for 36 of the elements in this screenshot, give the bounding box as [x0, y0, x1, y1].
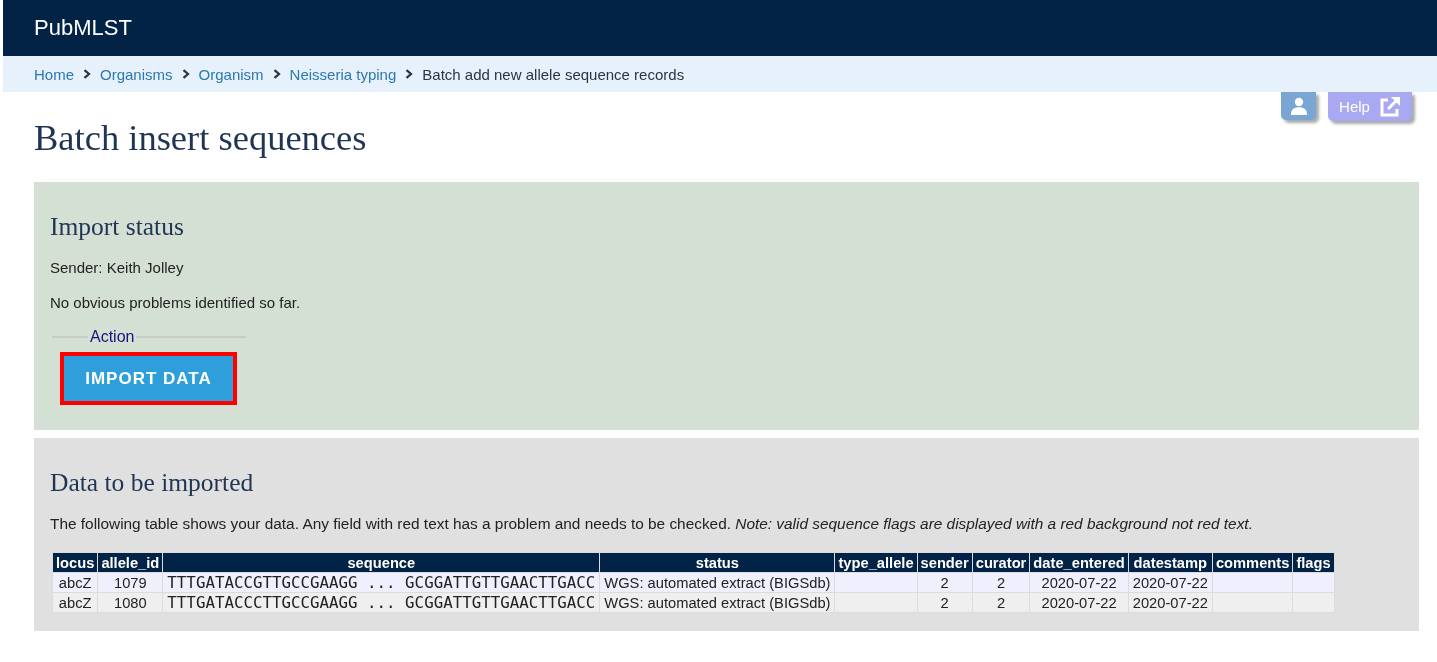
breadcrumb-link[interactable]: Home [34, 65, 74, 83]
panel-heading: Import status [50, 212, 185, 242]
table-cell: TTTGATACCGTTGCCGAAGG ... GCGGATTGTTGAACTTGACC [162, 572, 600, 593]
column-header: curator [972, 552, 1030, 573]
breadcrumb-link[interactable]: Organism [198, 65, 264, 83]
breadcrumb-link[interactable]: Neisseria typing [289, 65, 397, 83]
column-header: datestamp [1128, 552, 1213, 573]
chevron-icon [83, 69, 91, 79]
column-header: sender [917, 552, 973, 573]
status-message: No obvious problems identified so far. [50, 293, 302, 313]
panel-heading: Data to be imported [50, 468, 255, 498]
site-title: PubMLST [34, 15, 132, 41]
external-link-icon [1378, 95, 1401, 118]
column-header: flags [1292, 552, 1335, 573]
import-data-button[interactable]: IMPORT DATA [60, 352, 237, 405]
column-header: sequence [162, 552, 600, 573]
chevron-icon [272, 69, 281, 79]
chevron-icon [181, 69, 190, 79]
column-header: status [599, 552, 835, 573]
column-header: locus [52, 552, 98, 573]
description-text: The following table shows your data. Any field with red text has a problem and needs to be checked. Note: valid sequence flags are displayed with a red background not red text. [50, 514, 1254, 534]
breadcrumb-link[interactable]: Organisms [100, 65, 173, 83]
user-button[interactable] [1281, 92, 1316, 120]
column-header: date_entered [1029, 552, 1129, 573]
column-header: comments [1212, 552, 1293, 573]
breadcrumb-current: Batch add new allele sequence records [422, 65, 685, 83]
help-button[interactable]: Help [1328, 92, 1412, 121]
table-cell: abcZ [52, 592, 98, 613]
table-cell: TTTGATACCCTTGCCGAAGG ... GCGGATTGTTGAACTTGACC [162, 592, 600, 613]
sender-text: Sender: Keith Jolley [50, 258, 185, 278]
column-header: type_allele [834, 552, 918, 573]
chevron-icon [405, 69, 414, 79]
column-header: allele_id [97, 552, 163, 573]
user-icon [1289, 97, 1308, 115]
table-cell: abcZ [52, 572, 98, 593]
action-legend: Action [88, 328, 137, 346]
